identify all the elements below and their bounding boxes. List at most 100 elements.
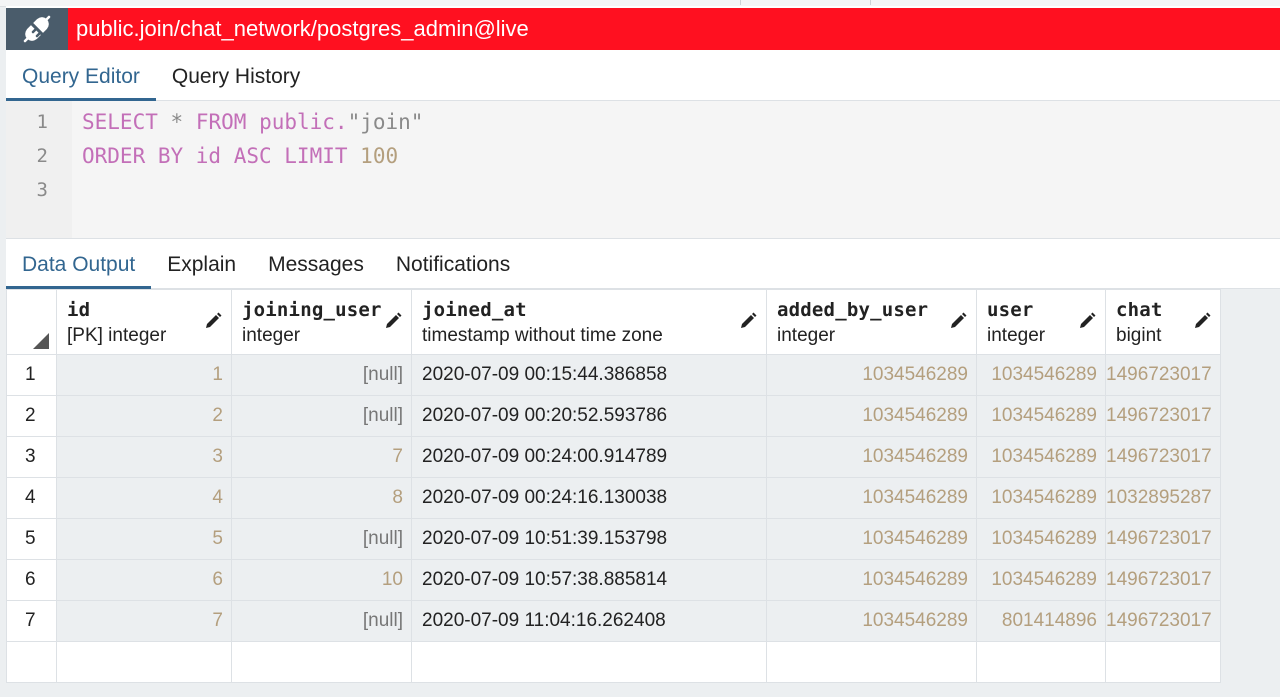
cell-added-by-user[interactable]: 1034546289 bbox=[766, 559, 977, 601]
cell-joined-at[interactable]: 2020-07-09 11:04:16.262408 bbox=[411, 600, 767, 642]
cell-user[interactable]: 1034546289 bbox=[976, 477, 1106, 519]
table-row[interactable]: 7 7 [null] 2020-07-09 11:04:16.262408 10… bbox=[6, 600, 1221, 642]
cell-id[interactable]: 1 bbox=[56, 354, 232, 396]
tab-query-history[interactable]: Query History bbox=[156, 54, 316, 100]
pencil-icon[interactable] bbox=[948, 311, 968, 331]
cell-user[interactable]: 801414896 bbox=[976, 600, 1106, 642]
cell-id[interactable]: 2 bbox=[56, 395, 232, 437]
column-header-user[interactable]: user integer bbox=[976, 289, 1106, 355]
editor-tab-bar: Query Editor Query History bbox=[6, 54, 1280, 101]
column-header-chat[interactable]: chat bigint bbox=[1105, 289, 1221, 355]
schema-name: public. bbox=[259, 110, 348, 134]
cell-joined-at[interactable]: 2020-07-09 00:24:00.914789 bbox=[411, 436, 767, 478]
empty-cell bbox=[6, 641, 57, 683]
cell-joining-user[interactable]: [null] bbox=[231, 600, 412, 642]
column-name: chat bbox=[1116, 299, 1163, 321]
cell-joined-at[interactable]: 2020-07-09 10:51:39.153798 bbox=[411, 518, 767, 560]
row-number[interactable]: 2 bbox=[6, 395, 57, 437]
row-number[interactable]: 5 bbox=[6, 518, 57, 560]
tab-query-editor[interactable]: Query Editor bbox=[6, 54, 156, 101]
cell-id[interactable]: 3 bbox=[56, 436, 232, 478]
select-all-corner[interactable] bbox=[6, 289, 57, 355]
cell-added-by-user[interactable]: 1034546289 bbox=[766, 600, 977, 642]
query-tool-panel: public.join/chat_network/postgres_admin@… bbox=[6, 6, 1280, 697]
row-number[interactable]: 7 bbox=[6, 600, 57, 642]
row-number[interactable]: 6 bbox=[6, 559, 57, 601]
cell-joined-at[interactable]: 2020-07-09 10:57:38.885814 bbox=[411, 559, 767, 601]
cell-chat[interactable]: 1496723017 bbox=[1105, 559, 1221, 601]
cell-user[interactable]: 1034546289 bbox=[976, 395, 1106, 437]
cell-joining-user[interactable]: [null] bbox=[231, 518, 412, 560]
column-type: bigint bbox=[1116, 325, 1162, 346]
cell-id[interactable]: 7 bbox=[56, 600, 232, 642]
tab-notifications[interactable]: Notifications bbox=[380, 242, 526, 288]
tab-explain[interactable]: Explain bbox=[151, 242, 252, 288]
keyword-select: SELECT bbox=[82, 110, 158, 134]
cell-id[interactable]: 6 bbox=[56, 559, 232, 601]
sql-editor[interactable]: 1 2 3 SELECT * FROM public."join" ORDER … bbox=[6, 101, 1280, 239]
cell-joined-at[interactable]: 2020-07-09 00:20:52.593786 bbox=[411, 395, 767, 437]
cell-chat[interactable]: 1496723017 bbox=[1105, 518, 1221, 560]
cell-user[interactable]: 1034546289 bbox=[976, 559, 1106, 601]
pencil-icon[interactable] bbox=[383, 311, 403, 331]
cell-id[interactable]: 5 bbox=[56, 518, 232, 560]
cell-user[interactable]: 1034546289 bbox=[976, 354, 1106, 396]
cell-added-by-user[interactable]: 1034546289 bbox=[766, 436, 977, 478]
empty-cell bbox=[766, 641, 977, 683]
table-row[interactable]: 6 6 10 2020-07-09 10:57:38.885814 103454… bbox=[6, 559, 1221, 601]
browser-tab-active[interactable] bbox=[632, 0, 741, 5]
row-number[interactable]: 4 bbox=[6, 477, 57, 519]
pencil-icon[interactable] bbox=[1192, 311, 1212, 331]
column-header-id[interactable]: id [PK] integer bbox=[56, 289, 232, 355]
cell-joined-at[interactable]: 2020-07-09 00:15:44.386858 bbox=[411, 354, 767, 396]
column-name: user bbox=[987, 299, 1034, 321]
table-row[interactable]: 1 1 [null] 2020-07-09 00:15:44.386858 10… bbox=[6, 354, 1221, 396]
cell-joined-at[interactable]: 2020-07-09 00:24:16.130038 bbox=[411, 477, 767, 519]
cell-added-by-user[interactable]: 1034546289 bbox=[766, 354, 977, 396]
cell-user[interactable]: 1034546289 bbox=[976, 436, 1106, 478]
cell-joining-user[interactable]: [null] bbox=[231, 354, 412, 396]
disconnect-plug-icon bbox=[23, 15, 51, 43]
cell-chat[interactable]: 1496723017 bbox=[1105, 354, 1221, 396]
cell-added-by-user[interactable]: 1034546289 bbox=[766, 477, 977, 519]
cell-chat[interactable]: 1496723017 bbox=[1105, 600, 1221, 642]
cell-user[interactable]: 1034546289 bbox=[976, 518, 1106, 560]
table-row[interactable]: 4 4 8 2020-07-09 00:24:16.130038 1034546… bbox=[6, 477, 1221, 519]
column-name: joining_user bbox=[242, 299, 382, 321]
tab-data-output[interactable]: Data Output bbox=[6, 242, 152, 289]
column-header-joined-at[interactable]: joined_at timestamp without time zone bbox=[411, 289, 767, 355]
empty-cell bbox=[1105, 641, 1221, 683]
cell-id[interactable]: 4 bbox=[56, 477, 232, 519]
column-type: timestamp without time zone bbox=[422, 325, 663, 346]
tab-messages[interactable]: Messages bbox=[252, 242, 380, 288]
cell-chat[interactable]: 1032895287 bbox=[1105, 477, 1221, 519]
results-grid: id [PK] integer joining_user integer joi… bbox=[6, 289, 1221, 683]
cell-chat[interactable]: 1496723017 bbox=[1105, 395, 1221, 437]
table-name: "join" bbox=[347, 110, 424, 134]
pencil-icon[interactable] bbox=[1077, 311, 1097, 331]
row-number[interactable]: 1 bbox=[6, 354, 57, 396]
table-row[interactable]: 2 2 [null] 2020-07-09 00:20:52.593786 10… bbox=[6, 395, 1221, 437]
connection-status-button[interactable] bbox=[6, 8, 68, 50]
cell-added-by-user[interactable]: 1034546289 bbox=[766, 518, 977, 560]
pencil-icon[interactable] bbox=[738, 311, 758, 331]
line-number: 2 bbox=[36, 145, 48, 167]
cell-added-by-user[interactable]: 1034546289 bbox=[766, 395, 977, 437]
column-header-joining-user[interactable]: joining_user integer bbox=[231, 289, 412, 355]
cell-joining-user[interactable]: 7 bbox=[231, 436, 412, 478]
code-line-1[interactable]: SELECT * FROM public."join" bbox=[82, 105, 423, 139]
empty-cell bbox=[231, 641, 412, 683]
cell-chat[interactable]: 1496723017 bbox=[1105, 436, 1221, 478]
table-row[interactable]: 5 5 [null] 2020-07-09 10:51:39.153798 10… bbox=[6, 518, 1221, 560]
cell-joining-user[interactable]: [null] bbox=[231, 395, 412, 437]
column-header-added-by-user[interactable]: added_by_user integer bbox=[766, 289, 977, 355]
table-row[interactable]: 3 3 7 2020-07-09 00:24:00.914789 1034546… bbox=[6, 436, 1221, 478]
cell-joining-user[interactable]: 10 bbox=[231, 559, 412, 601]
cell-joining-user[interactable]: 8 bbox=[231, 477, 412, 519]
code-line-2[interactable]: ORDER BY id ASC LIMIT 100 bbox=[82, 139, 398, 173]
operator-star: * bbox=[170, 110, 184, 134]
connection-title[interactable]: public.join/chat_network/postgres_admin@… bbox=[68, 8, 1280, 50]
row-number[interactable]: 3 bbox=[6, 436, 57, 478]
pencil-icon[interactable] bbox=[203, 311, 223, 331]
keyword-from: FROM bbox=[195, 110, 247, 134]
